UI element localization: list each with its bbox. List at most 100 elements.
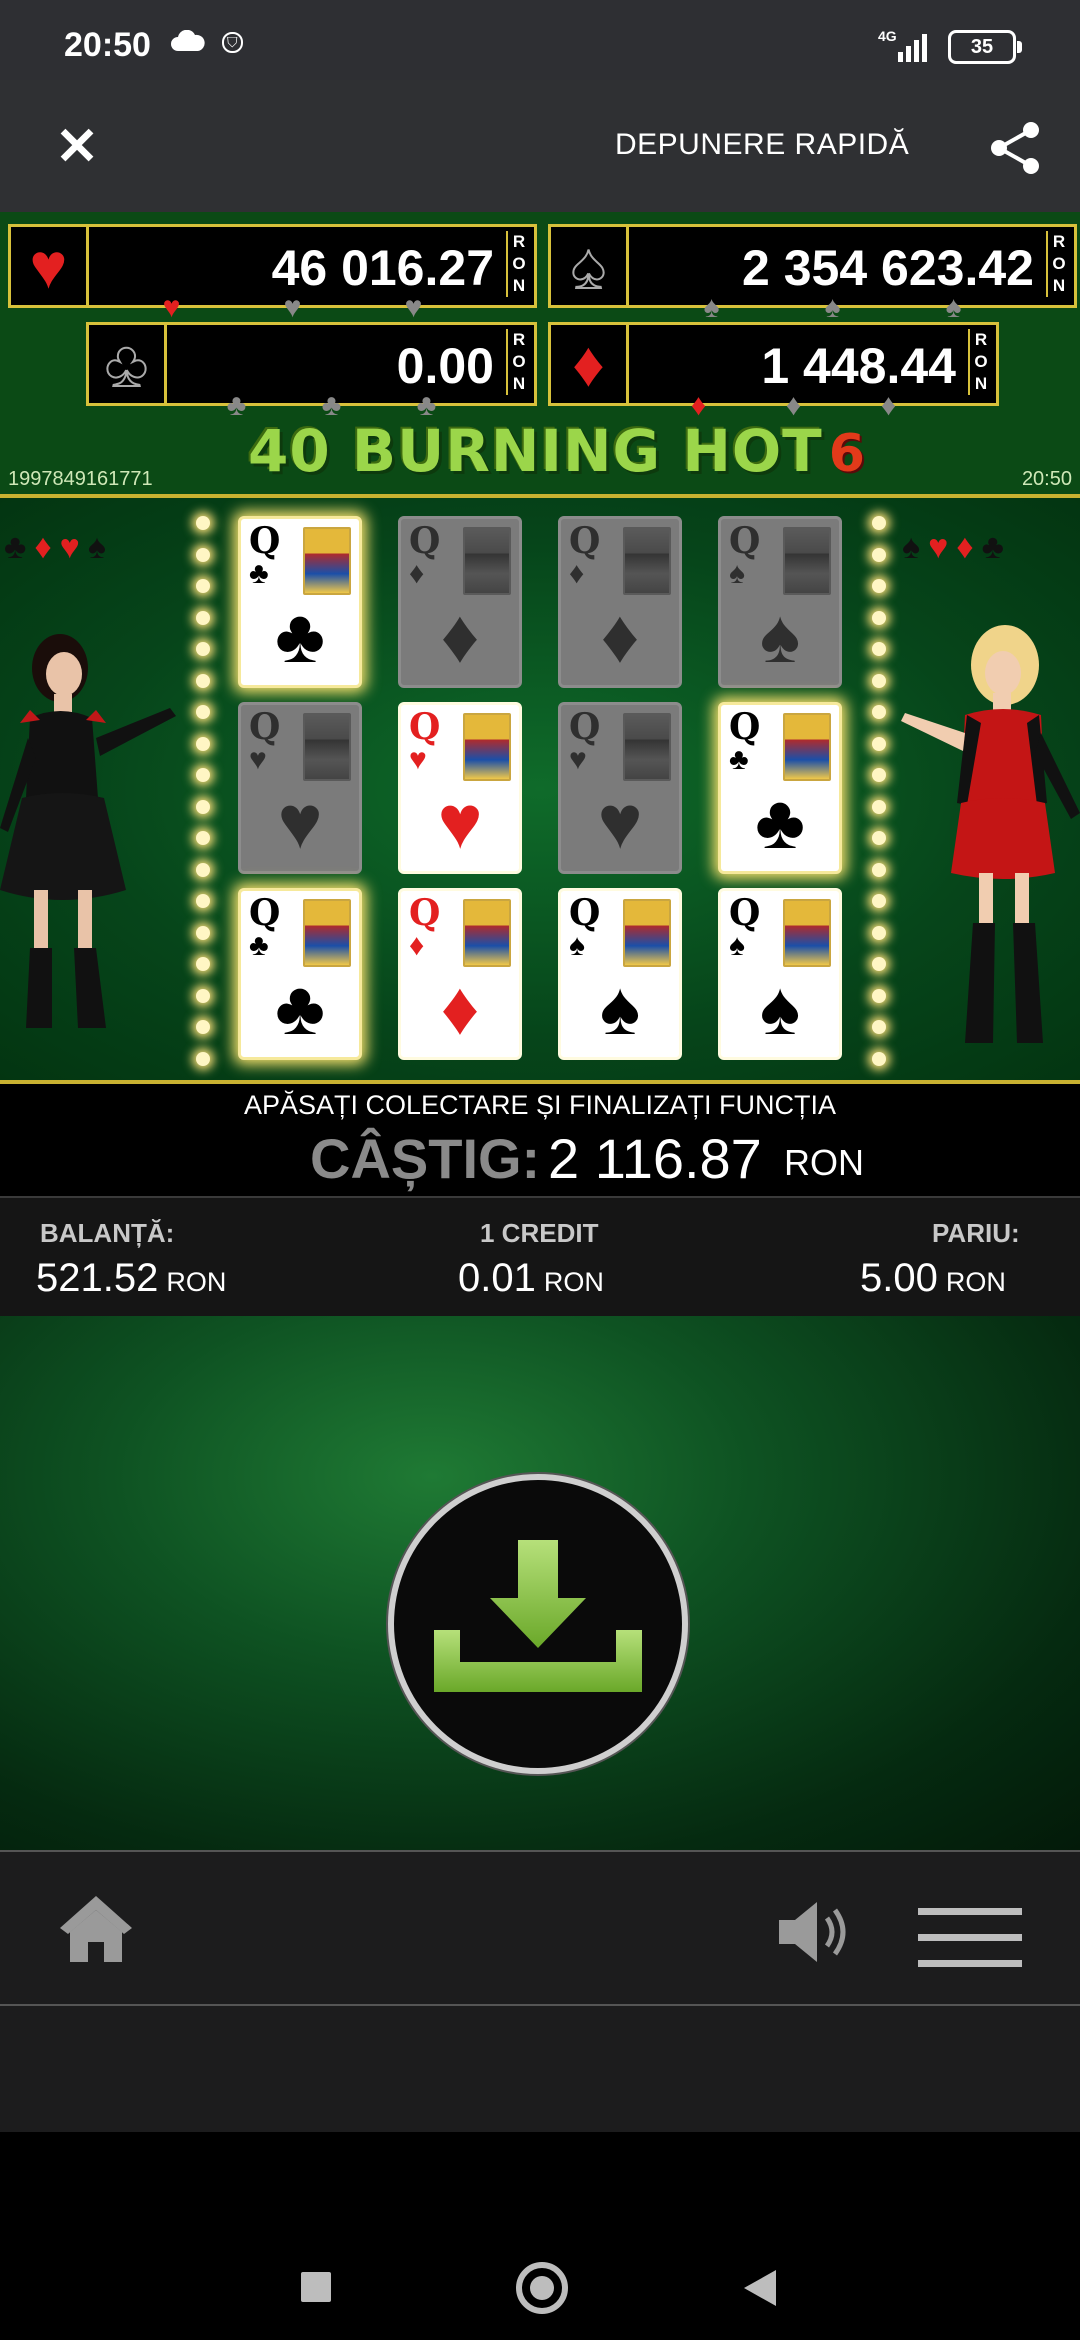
card-rank: Q: [409, 892, 441, 934]
reel-card: Q ♦ ♦: [558, 516, 682, 688]
card-suit-small: ♦: [409, 929, 425, 962]
card-suit-small: ♣: [249, 929, 269, 962]
card-rank: Q: [409, 520, 441, 562]
card-suit-large: ♠: [759, 594, 801, 679]
reel-grid: Q ♣ ♣ Q ♦ ♦ Q ♦ ♦ Q ♠ ♠ Q ♥ ♥ Q ♥ ♥ Q ♥ ♥ Q ♣ ♣ Q ♣ ♣ Q ♦ ♦ Q ♠ ♠ Q ♠ ♠: [238, 516, 844, 1060]
card-suit-small: ♠: [729, 557, 745, 590]
jackpot-clubs-value: 0.00: [396, 338, 494, 394]
info-bar: BALANȚĂ: 521.52 RON 1 CREDIT 0.01 RON PARI…: [0, 1196, 1080, 1318]
card-suit-small: ♥: [249, 743, 267, 776]
queen-face-icon: [303, 899, 351, 967]
reel-card: Q ♦ ♦: [398, 888, 522, 1060]
queen-face-icon: [623, 713, 671, 781]
back-button[interactable]: [744, 2270, 776, 2306]
reels-area: ♣ ♦ ♥ ♠ ♠ ♥ ♦ ♣ Q ♣ ♣ Q ♦ ♦ Q ♦ ♦ Q ♠ ♠ Q ♥ ♥ Q ♥ ♥ Q ♥ ♥ Q ♣ ♣ Q ♣ ♣ Q: [0, 494, 1080, 1084]
reel-card: Q ♠ ♠: [558, 888, 682, 1060]
card-suit-large: ♦: [440, 594, 480, 679]
empty-panel: [0, 2004, 1080, 2134]
card-rank: Q: [569, 892, 601, 934]
left-hostess-image: [0, 634, 176, 1028]
card-suit-small: ♠: [569, 929, 585, 962]
reel-card: Q ♥ ♥: [238, 702, 362, 874]
jackpot-spades: ♠ 2 354 623.42 RON ♠ ♠ ♠: [548, 224, 1077, 323]
reel-card: Q ♣ ♣: [718, 702, 842, 874]
network-type: 4G: [878, 28, 897, 44]
home-button[interactable]: [516, 2262, 568, 2314]
queen-face-icon: [783, 899, 831, 967]
queen-face-icon: [303, 713, 351, 781]
speaker-icon[interactable]: [775, 1900, 855, 1964]
action-area: [0, 1316, 1080, 1850]
balance-value: 521.52 RON: [36, 1256, 227, 1300]
win-currency: RON: [784, 1142, 864, 1183]
win-label: CÂȘTIG:: [310, 1127, 541, 1190]
reel-card: Q ♣ ♣: [238, 888, 362, 1060]
bet-value[interactable]: 5.00 RON: [860, 1256, 1006, 1301]
collect-button[interactable]: [388, 1474, 688, 1774]
jackpot-diamonds-currency: RON: [968, 329, 992, 395]
card-suit-large: ♥: [437, 780, 483, 865]
card-suit-large: ♠: [759, 966, 801, 1051]
right-light-column: [872, 516, 886, 1066]
card-suit-small: ♠: [729, 929, 745, 962]
hamburger-menu-icon[interactable]: [918, 1908, 1022, 1986]
card-suit-large: ♦: [600, 594, 640, 679]
card-suit-small: ♥: [569, 743, 587, 776]
jackpot-clubs: ♣ 0.00 RON ♣ ♣ ♣: [86, 322, 537, 421]
card-rank: Q: [249, 706, 281, 748]
card-suit-large: ♣: [275, 594, 325, 679]
win-amount: 2 116.87: [548, 1127, 762, 1190]
credit-value: 0.01 RON: [458, 1256, 604, 1300]
game-clock: 20:50: [1021, 468, 1072, 490]
reel-card: Q ♠ ♠: [718, 888, 842, 1060]
jackpot-diamonds: ♦ 1 448.44 RON ♦ ♦ ♦: [548, 322, 999, 421]
recents-button[interactable]: [301, 2272, 331, 2302]
game-nav-bar: [0, 1850, 1080, 2006]
queen-face-icon: [783, 527, 831, 595]
card-suit-large: ♣: [275, 966, 325, 1051]
right-suit-row: ♠ ♥ ♦ ♣: [902, 528, 1004, 566]
card-suit-small: ♦: [569, 557, 585, 590]
balance-label: BALANȚĂ:: [40, 1218, 175, 1248]
left-suit-row: ♣ ♦ ♥ ♠: [4, 528, 106, 566]
reel-card: Q ♥ ♥: [398, 702, 522, 874]
jackpot-hearts-value: 46 016.27: [271, 240, 494, 296]
game-round-id: 1997849161771: [8, 468, 153, 490]
jackpot-hearts-currency: RON: [506, 231, 530, 297]
bet-label: PARIU:: [932, 1218, 1020, 1248]
card-rank: Q: [569, 706, 601, 748]
queen-face-icon: [463, 899, 511, 967]
card-suit-small: ♣: [729, 743, 749, 776]
reel-card: Q ♥ ♥: [558, 702, 682, 874]
signal-icon: [898, 30, 927, 62]
card-suit-small: ♣: [249, 557, 269, 590]
status-time: 20:50: [64, 26, 151, 64]
card-rank: Q: [249, 520, 281, 562]
left-light-column: [196, 516, 210, 1066]
jackpot-spades-value: 2 354 623.42: [742, 240, 1034, 296]
queen-face-icon: [623, 899, 671, 967]
app-top-bar: ✕ DEPUNERE RAPIDĂ: [0, 80, 1080, 212]
card-suit-large: ♥: [277, 780, 323, 865]
card-suit-large: ♣: [755, 780, 805, 865]
reel-card: Q ♣ ♣: [238, 516, 362, 688]
card-suit-large: ♠: [599, 966, 641, 1051]
card-suit-small: ♦: [409, 557, 425, 590]
reel-card: Q ♠ ♠: [718, 516, 842, 688]
jackpot-diamonds-value: 1 448.44: [761, 338, 956, 394]
queen-face-icon: [783, 713, 831, 781]
queen-face-icon: [303, 527, 351, 595]
card-suit-large: ♦: [440, 966, 480, 1051]
reel-card: Q ♦ ♦: [398, 516, 522, 688]
jackpot-panel: ♥ 46 016.27 RON ♥ ♥ ♥ ♠ 2 354 623.42 RON ♠…: [0, 212, 1080, 494]
cloud-icon: [171, 30, 205, 51]
queen-face-icon: [463, 527, 511, 595]
card-suit-small: ♥: [409, 743, 427, 776]
quick-deposit-button[interactable]: DEPUNERE RAPIDĂ: [615, 128, 909, 162]
home-icon[interactable]: [58, 1894, 134, 1964]
close-button[interactable]: ✕: [52, 121, 102, 173]
credit-label: 1 CREDIT: [480, 1218, 599, 1248]
vpn-icon: ⛉: [222, 32, 243, 53]
status-bar: 20:50 ⛉ 4G 35: [0, 0, 1080, 80]
share-icon[interactable]: [985, 118, 1045, 178]
